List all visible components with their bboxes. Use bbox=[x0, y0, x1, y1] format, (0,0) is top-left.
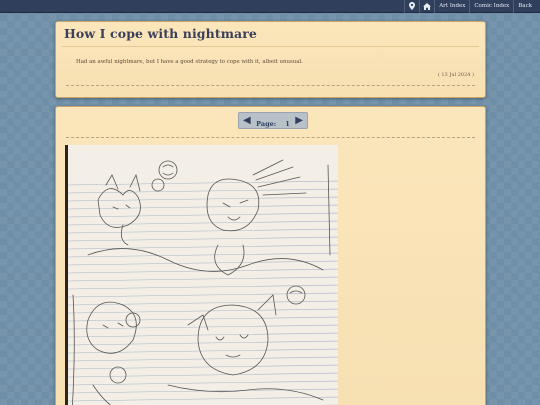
dashed-divider bbox=[66, 85, 475, 86]
home-icon[interactable] bbox=[419, 0, 434, 13]
top-nav-bar: Art Index Comic Index Back bbox=[0, 0, 540, 13]
map-pin-icon[interactable] bbox=[404, 0, 419, 13]
pagination: ◀ Page: 1 ▶ bbox=[238, 112, 308, 129]
title-divider bbox=[62, 46, 479, 47]
page-title: How I cope with nightmare bbox=[64, 26, 257, 41]
art-index-link[interactable]: Art Index bbox=[434, 0, 469, 13]
page-number: 1 bbox=[285, 120, 290, 128]
comic-panel: ◀ Page: 1 ▶ bbox=[55, 106, 486, 405]
page-label: Page: bbox=[256, 120, 277, 128]
comic-page-image bbox=[65, 145, 338, 405]
dashed-divider bbox=[66, 137, 475, 138]
arrow-right-icon[interactable]: ▶ bbox=[295, 115, 303, 126]
post-header-panel: How I cope with nightmare Had an awful n… bbox=[55, 21, 486, 98]
arrow-left-icon[interactable]: ◀ bbox=[243, 115, 251, 126]
post-date: ( 13 Jul 2024 ) bbox=[437, 72, 474, 78]
post-description: Had an awful nightmare, but I have a goo… bbox=[76, 59, 303, 65]
comic-index-link[interactable]: Comic Index bbox=[469, 0, 513, 13]
back-link[interactable]: Back bbox=[513, 0, 536, 13]
